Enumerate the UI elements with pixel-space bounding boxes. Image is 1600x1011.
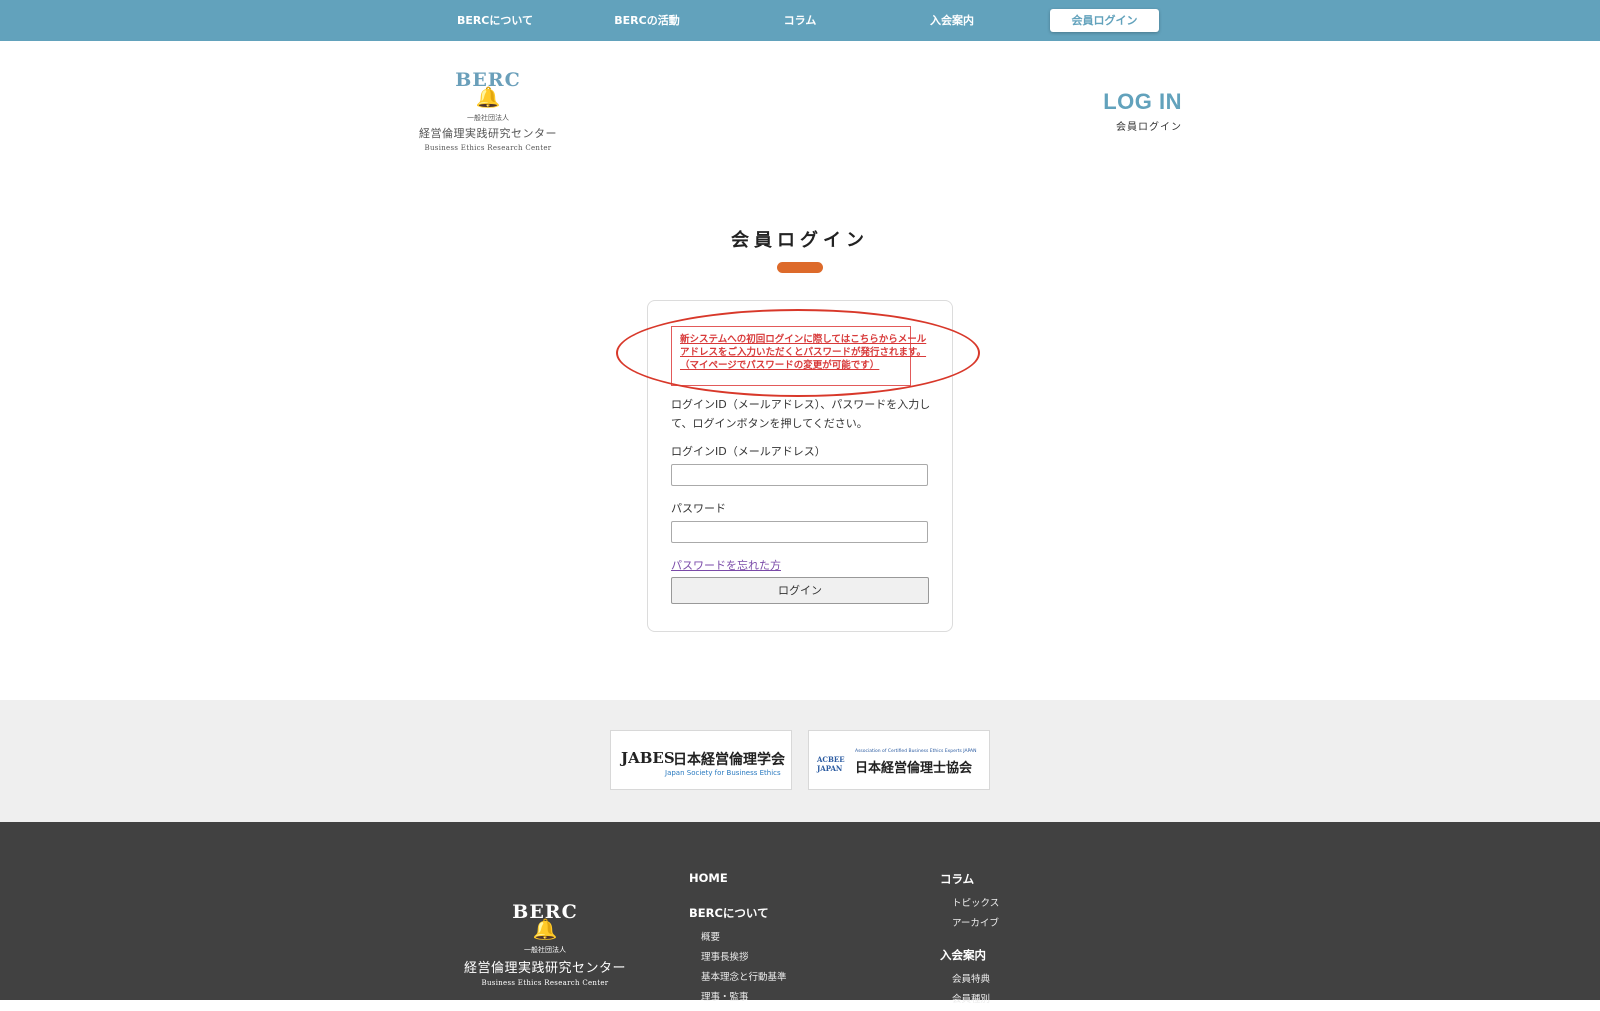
- top-navigation: BERCについて BERCの活動 コラム 入会案内 会員ログイン: [0, 0, 1600, 41]
- login-card: 新システムへの初回ログインに際してはこちらからメール アドレスをご入力いただくと…: [616, 300, 980, 632]
- partner-jabes-banner[interactable]: JABES 日本経営倫理学会 Japan Society for Busines…: [610, 730, 792, 790]
- footer-logo-org-name: 経営倫理実践研究センター: [463, 961, 626, 976]
- footer-link-overview[interactable]: 概要: [701, 929, 787, 943]
- footer-link-directors[interactable]: 理事・監事: [701, 989, 787, 1003]
- footer-link-archive[interactable]: アーカイブ: [952, 915, 999, 929]
- notice-line-2[interactable]: アドレスをご入力いただくとパスワードが発行されます。: [680, 346, 926, 359]
- footer-column-1: HOME BERCについて 概要 理事長挨拶 基本理念と行動基準 理事・監事: [689, 871, 787, 1009]
- page-title-ja: 会員ログイン: [1116, 122, 1182, 133]
- footer-link-member-types[interactable]: 会員種別: [952, 991, 999, 1005]
- login-instructions: ログインID（メールアドレス）、パスワードを入力し て、ログインボタンを押してく…: [671, 395, 933, 433]
- login-button[interactable]: ログイン: [671, 577, 929, 604]
- acbee-name-en: Association of Certified Business Ethics…: [855, 749, 977, 754]
- bell-icon: 🔔: [475, 85, 501, 109]
- site-footer: BERC 🔔 一般社団法人 経営倫理実践研究センター Business Ethi…: [0, 822, 1600, 1005]
- logo-org-name-en: Business Ethics Research Center: [424, 144, 552, 152]
- page-title-en: LOG IN: [1103, 89, 1182, 114]
- logo-org-type: 一般社団法人: [467, 114, 509, 122]
- acbee-name: 日本経営倫理士協会: [855, 761, 973, 776]
- footer-logo-org-name-en: Business Ethics Research Center: [481, 979, 609, 987]
- jabes-name-en: Japan Society for Business Ethics: [665, 769, 781, 777]
- nav-column[interactable]: コラム: [725, 0, 875, 41]
- footer-logo-org-type: 一般社団法人: [524, 946, 566, 954]
- footer-link-column[interactable]: コラム: [940, 871, 999, 887]
- jabes-name: 日本経営倫理学会: [673, 752, 785, 768]
- footer-logo[interactable]: BERC 🔔 一般社団法人 経営倫理実践研究センター Business Ethi…: [460, 902, 630, 987]
- footer-link-about[interactable]: BERCについて: [689, 905, 787, 921]
- first-login-notice[interactable]: 新システムへの初回ログインに際してはこちらからメール アドレスをご入力いただくと…: [671, 326, 926, 386]
- login-id-input[interactable]: [671, 464, 928, 486]
- forgot-password-link[interactable]: パスワードを忘れた方: [671, 557, 781, 573]
- nav-activities[interactable]: BERCの活動: [572, 0, 722, 41]
- intro-line-1: ログインID（メールアドレス）、パスワードを入力し: [671, 398, 931, 411]
- footer-link-greeting[interactable]: 理事長挨拶: [701, 949, 787, 963]
- section-title: 会員ログイン: [731, 230, 869, 251]
- nav-member-login-button[interactable]: 会員ログイン: [1050, 9, 1159, 32]
- footer-bell-icon: 🔔: [532, 917, 558, 941]
- site-logo[interactable]: BERC 🔔 一般社団法人 経営倫理実践研究センター Business Ethi…: [413, 70, 563, 152]
- notice-line-3[interactable]: （マイページでパスワードの変更が可能です）: [680, 359, 910, 372]
- jabes-logo-mark: JABES: [621, 749, 675, 767]
- password-input[interactable]: [671, 521, 928, 543]
- login-id-label: ログインID（メールアドレス）: [671, 445, 826, 458]
- title-underline-accent: [777, 262, 823, 273]
- partner-banner-area: JABES 日本経営倫理学会 Japan Society for Busines…: [0, 700, 1600, 822]
- footer-link-philosophy[interactable]: 基本理念と行動基準: [701, 969, 787, 983]
- notice-line-1[interactable]: 新システムへの初回ログインに際してはこちらからメール: [680, 333, 926, 346]
- footer-link-membership[interactable]: 入会案内: [940, 947, 999, 963]
- nav-about[interactable]: BERCについて: [420, 0, 570, 41]
- nav-membership[interactable]: 入会案内: [877, 0, 1027, 41]
- logo-org-name: 経営倫理実践研究センター: [419, 127, 557, 140]
- footer-link-benefits[interactable]: 会員特典: [952, 971, 999, 985]
- footer-column-2: コラム トピックス アーカイブ 入会案内 会員特典 会員種別: [940, 871, 999, 1011]
- partner-acbee-banner[interactable]: ACBEE JAPAN Association of Certified Bus…: [808, 730, 990, 790]
- footer-link-topics[interactable]: トピックス: [952, 895, 999, 909]
- footer-link-home[interactable]: HOME: [689, 871, 787, 885]
- acbee-logo-mark: ACBEE JAPAN: [817, 755, 845, 773]
- password-label: パスワード: [671, 502, 726, 515]
- intro-line-2: て、ログインボタンを押してください。: [671, 417, 868, 430]
- page-heading: LOG IN 会員ログイン: [1103, 89, 1182, 133]
